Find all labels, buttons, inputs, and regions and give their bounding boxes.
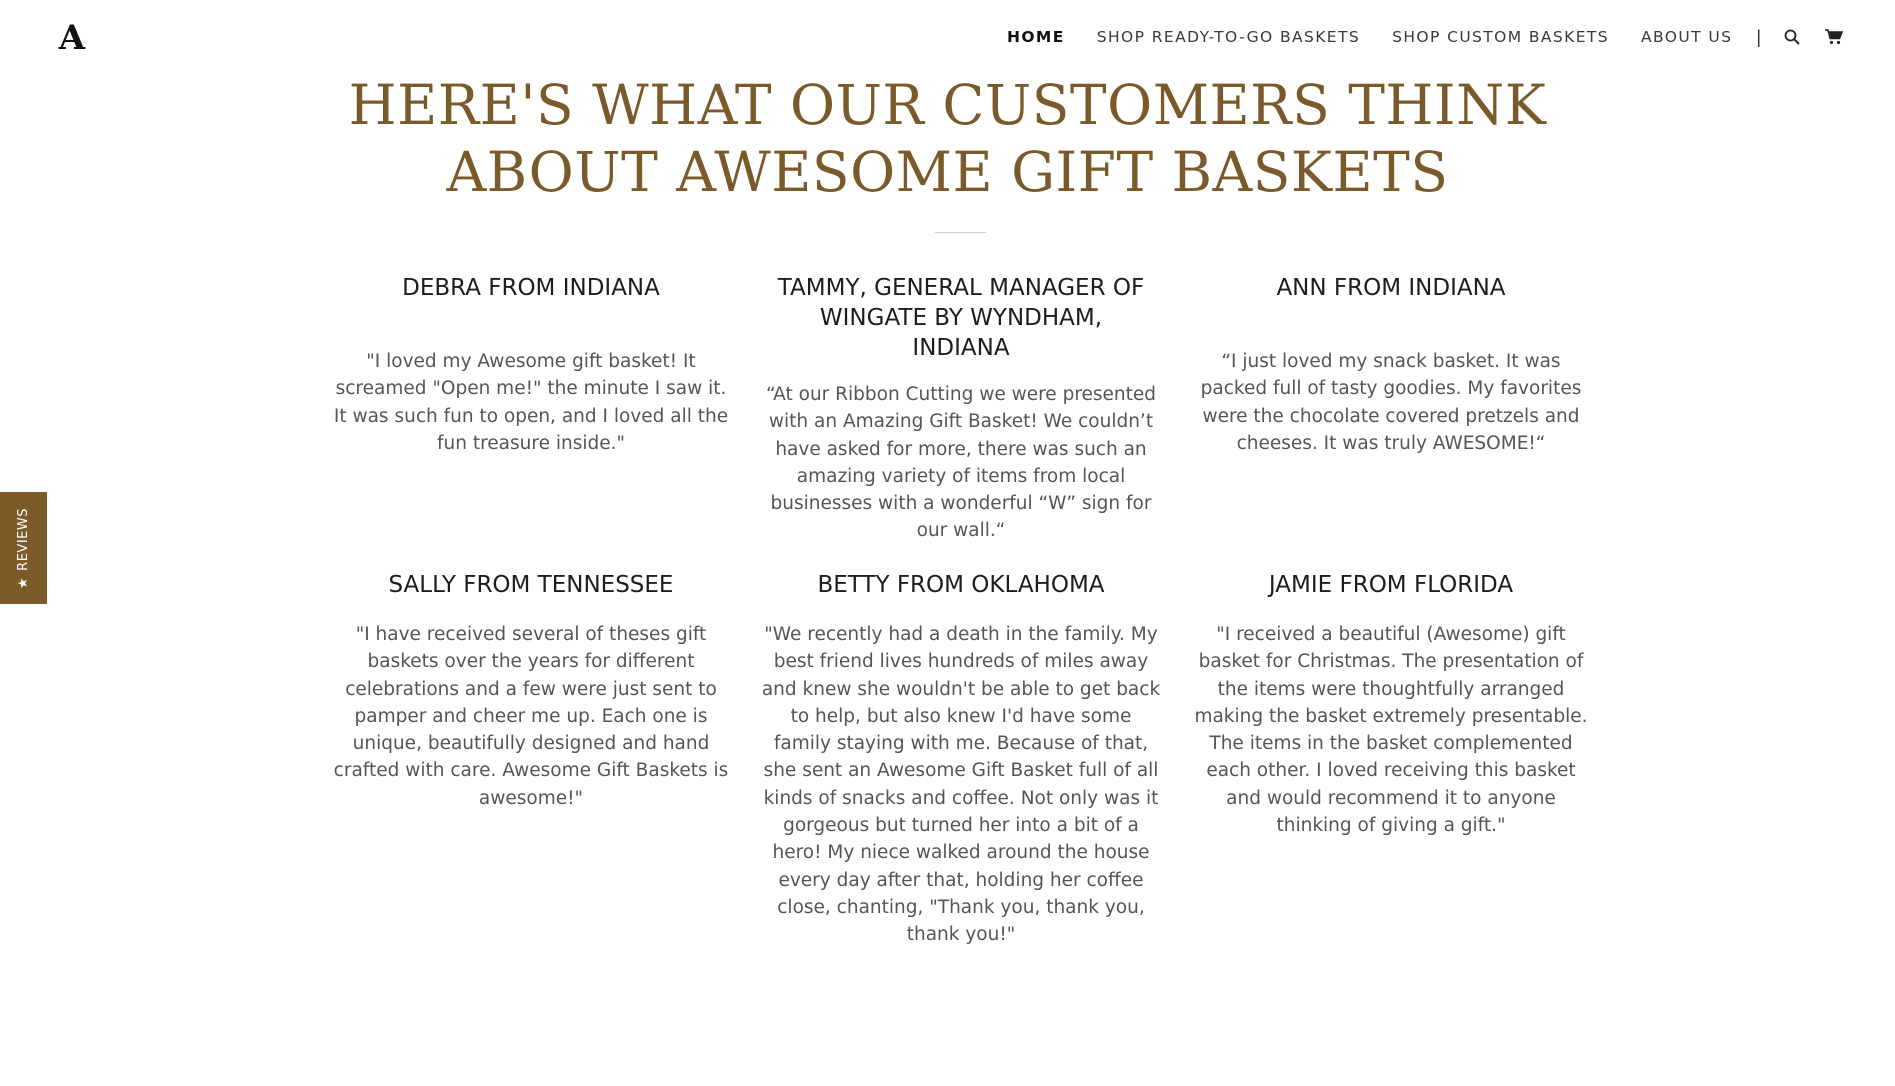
testimonial-card: BETTY FROM OKLAHOMA "We recently had a d… (761, 570, 1161, 949)
cart-icon[interactable] (1823, 26, 1845, 48)
testimonial-quote: "I received a beautiful (Awesome) gift b… (1194, 624, 1588, 837)
testimonial-quote: "I have received several of theses gift … (333, 624, 729, 809)
testimonial-name: JAMIE FROM FLORIDA (1268, 572, 1514, 598)
site-header: A HOME SHOP READY-TO-GO BASKETS SHOP CUS… (0, 0, 1895, 78)
nav-shop-ready-to-go[interactable]: SHOP READY-TO-GO BASKETS (1097, 28, 1360, 46)
testimonial-name: BETTY FROM OKLAHOMA (817, 572, 1105, 598)
testimonial-name: ANN FROM INDIANA (1276, 275, 1506, 301)
star-icon: ★ (16, 576, 32, 589)
testimonial-quote: “I just loved my snack basket. It was pa… (1200, 351, 1582, 454)
main-nav: HOME SHOP READY-TO-GO BASKETS SHOP CUSTO… (975, 26, 1845, 48)
testimonial-card: ANN FROM INDIANA “I just loved my snack … (1191, 273, 1591, 457)
heading-divider (935, 232, 986, 233)
nav-separator: | (1756, 26, 1761, 47)
testimonial-quote: "I loved my Awesome gift basket! It scre… (333, 351, 729, 454)
testimonial-card: JAMIE FROM FLORIDA "I received a beautif… (1191, 570, 1591, 839)
reviews-tab[interactable]: ★ REVIEWS (0, 492, 47, 604)
testimonial-name: SALLY FROM TENNESSEE (388, 572, 674, 598)
nav-shop-custom[interactable]: SHOP CUSTOM BASKETS (1392, 28, 1609, 46)
testimonial-card: SALLY FROM TENNESSEE "I have received se… (331, 570, 731, 812)
search-icon[interactable] (1781, 26, 1803, 48)
nav-home[interactable]: HOME (1007, 28, 1065, 46)
heading-line-2: ABOUT AWESOME GIFT BASKETS (446, 140, 1449, 204)
site-logo[interactable]: A (49, 18, 95, 58)
testimonial-name: TAMMY, GENERAL MANAGER OF WINGATE BY WYN… (777, 275, 1145, 361)
testimonial-card: DEBRA FROM INDIANA "I loved my Awesome g… (331, 273, 731, 457)
heading-line-1: HERE'S WHAT OUR CUSTOMERS THINK (348, 73, 1547, 137)
reviews-tab-label: REVIEWS (16, 507, 32, 571)
testimonial-name: DEBRA FROM INDIANA (402, 275, 660, 301)
testimonial-quote: “At our Ribbon Cutting we were presented… (765, 384, 1157, 542)
testimonial-quote: "We recently had a death in the family. … (761, 624, 1161, 946)
testimonial-card: TAMMY, GENERAL MANAGER OF WINGATE BY WYN… (761, 273, 1161, 545)
page-heading: HERE'S WHAT OUR CUSTOMERS THINK ABOUT AW… (0, 72, 1895, 206)
logo-letter: A (58, 18, 86, 58)
nav-about-us[interactable]: ABOUT US (1641, 28, 1732, 46)
